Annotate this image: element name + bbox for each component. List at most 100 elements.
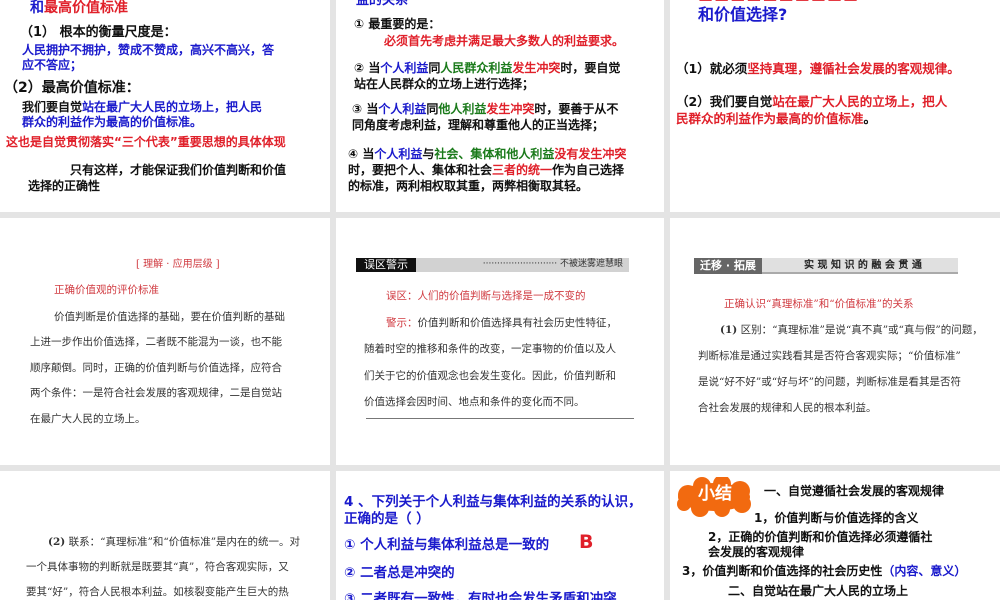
summary-item: 3，价值判断和价值选择的社会历史性（内容、意义） xyxy=(682,564,967,579)
text-line: 会发展的客观规律 xyxy=(708,545,805,559)
option-3: ③ 二者既有一致性，有时也会发生矛盾和冲突 xyxy=(344,591,617,600)
text-line: 随着时空的推移和条件的改变，一定事物的价值以及人 xyxy=(364,343,616,355)
point-1: （1） 根本的衡量尺度是： xyxy=(20,25,177,40)
divider xyxy=(366,418,634,419)
slide-thumbnail-8[interactable]: 4 、下列关于个人利益与集体利益的关系的认识， 正确的是（ ） ① 个人利益与集… xyxy=(336,471,664,600)
text-line: 上进一步作出价值选择，二者既不能混为一谈，也不能 xyxy=(30,336,282,348)
slide-thumbnail-9[interactable]: 小结 一、自觉遵循社会发展的客观规律 1，价值判断与价值选择的含义 2，正确的价… xyxy=(670,471,1000,600)
text-span: 区别：“真理标准”是说“真不真”或“真与假”的问题， xyxy=(737,324,983,336)
text-line: 两个条件：一是符合社会发展的客观规律，二是自觉站 xyxy=(30,387,282,399)
text-line: 同角度考虑利益，理解和尊重他人的正当选择； xyxy=(352,118,605,132)
text-span: 个人利益 xyxy=(374,147,423,161)
summary-heading: 二、自觉站在最广大人民的立场上 xyxy=(728,584,909,598)
summary-item: 2，正确的价值判断和价值选择必须遵循社 xyxy=(708,530,933,544)
point-2: （2）我们要自觉站在最广大人民的立场上，把人 xyxy=(676,94,947,109)
text-span: 坚持真理，遵循社会发展的客观规律。 xyxy=(747,61,960,76)
text-span: 个人利益 xyxy=(380,61,429,75)
text-line: 的标准，两利相权取其重，两弊相衡取其轻。 xyxy=(348,179,589,193)
answer-mark: B xyxy=(579,531,594,553)
slide-thumbnail-1[interactable]: 和最高价值标准 （1） 根本的衡量尺度是： 人民拥护不拥护，赞成不赞成，高兴不高… xyxy=(0,0,330,212)
text-span: ③ 当 xyxy=(352,102,379,116)
slide-thumbnail-6[interactable]: 迁移 · 拓展 实 现 知 识 的 融 会 贯 通 正确认识“真理标准”和“价值… xyxy=(670,218,1000,465)
text-line: 价值判断是价值选择的基础，要在价值判断的基础 xyxy=(54,311,285,323)
item-2: ② 当个人利益同人民群众利益发生冲突时，要自觉 xyxy=(354,61,621,76)
text-span: (2) xyxy=(48,536,66,548)
text-line: 判断标准是通过实践看其是否符合客观实际；“价值标准” xyxy=(698,350,961,362)
text-span: 时，要把个人、集体和社会 xyxy=(348,163,493,177)
text-line: 应不答应； xyxy=(22,58,83,72)
text-line: 必须首先考虑并满足最大多数人的利益要求。 xyxy=(384,34,625,48)
text-span: （内容、意义） xyxy=(882,564,967,578)
text-span: 时，要自觉 xyxy=(560,61,621,75)
text-line: 站在人民群众的立场上进行选择； xyxy=(354,77,535,91)
text-span: ② 当 xyxy=(354,61,381,75)
text-span: 与 xyxy=(422,147,435,161)
section-bar: 迁移 · 拓展 实 现 知 识 的 融 会 贯 通 xyxy=(694,258,958,274)
text-span: （1）就必须 xyxy=(676,61,748,76)
text-line: (2) 联系：“真理标准”和“价值标准”是内在的统一。对 xyxy=(48,536,300,548)
text-span: 作为自己选择 xyxy=(552,163,625,177)
text-line: 误区：人们的价值判断与选择是一成不变的 xyxy=(386,290,586,302)
point-1: （1）就必须坚持真理，遵循社会发展的客观规律。 xyxy=(676,61,960,76)
section-subtitle: 正确认识“真理标准”和“价值标准”的关系 xyxy=(724,298,914,310)
question-text: 正确的是（ ） xyxy=(344,511,430,527)
text-span: 误区： xyxy=(386,290,418,302)
text-line: 警示：价值判断和价值选择具有社会历史性特征， xyxy=(386,317,617,329)
text-line: 合社会发展的规律和人民的根本利益。 xyxy=(698,402,877,414)
text-span: 3，价值判断和价值选择的社会历史性 xyxy=(682,564,883,578)
item-1: ① 最重要的是： xyxy=(354,17,441,31)
slide-title: 和价值选择? xyxy=(698,5,788,24)
text-line: 我们要自觉站在最广大人民的立场上，把人民 xyxy=(22,100,262,115)
text-line: 是说“好不好”或“好与坏”的问题，判断标准是看其是否符 xyxy=(698,376,961,388)
text-span: 民群众的利益作为最高的价值标准 xyxy=(676,111,864,126)
text-span: （2）我们要自觉 xyxy=(676,94,773,109)
summary-heading: 一、自觉遵循社会发展的客观规律 xyxy=(764,484,945,498)
text-span: (1) xyxy=(720,324,738,336)
text-span: 我们要自觉 xyxy=(22,100,83,114)
section-label: 迁移 · 拓展 xyxy=(694,258,762,274)
question-text: 4 、下列关于个人利益与集体利益的关系的认识， xyxy=(344,494,642,510)
text-line: (1) 区别：“真理标准”是说“真不真”或“真与假”的问题， xyxy=(720,324,983,336)
text-span: 他人利益 xyxy=(438,102,487,116)
slide-thumbnail-3[interactable]: ▬▬▬▬▬▬▬▬▬▬ 和价值选择? （1）就必须坚持真理，遵循社会发展的客观规律… xyxy=(670,0,1000,212)
text-line: 在最广大人民的立场上。 xyxy=(30,413,146,425)
text-span: 警示： xyxy=(386,317,418,329)
section-motto: ·························· 不被迷雾遮慧眼 xyxy=(482,259,623,269)
text-span: 社会、集体和他人利益 xyxy=(434,147,555,161)
text-span: 时，要善于从不 xyxy=(534,102,619,116)
text-span: 没有发生冲突 xyxy=(554,147,627,161)
text-line: 选择的正确性 xyxy=(28,179,101,193)
option-2: ② 二者总是冲突的 xyxy=(344,565,455,581)
text-span: 个人利益 xyxy=(378,102,427,116)
level-header: [ 理解 · 应用层级 ] xyxy=(136,259,220,270)
text-span: 人民群众利益 xyxy=(440,61,513,75)
slide-title: 和最高价值标准 xyxy=(30,0,128,16)
section-label: 误区警示 xyxy=(356,258,416,272)
option-1: ① 个人利益与集体利益总是一致的 xyxy=(344,537,550,553)
slide-title: 益的关系 xyxy=(356,0,409,8)
slide-thumbnail-2[interactable]: 益的关系 ① 最重要的是： 必须首先考虑并满足最大多数人的利益要求。 ② 当个人… xyxy=(336,0,664,212)
text-line: 人民拥护不拥护，赞成不赞成，高兴不高兴，答 xyxy=(22,43,275,57)
slide-thumbnail-4[interactable]: [ 理解 · 应用层级 ] 正确价值观的评价标准 价值判断是价值选择的基础，要在… xyxy=(0,218,330,465)
section-subtitle: 正确价值观的评价标准 xyxy=(54,284,159,296)
section-motto: 实 现 知 识 的 融 会 贯 通 xyxy=(804,260,922,271)
highlight-line: 这也是自觉贯彻落实“三个代表”重要思想的具体体现 xyxy=(6,135,286,149)
text-span: 价值判断和价值选择具有社会历史性特征， xyxy=(417,317,618,329)
text-line: 要其“好”，符合人民根本利益。如核裂变能产生巨大的热 xyxy=(26,586,289,598)
text-line: 时，要把个人、集体和社会三者的统一作为自己选择 xyxy=(348,163,625,178)
summary-item: 1，价值判断与价值选择的含义 xyxy=(754,511,919,525)
section-bar: 误区警示 ·························· 不被迷雾遮慧眼 xyxy=(356,258,629,272)
text-span: 三者的统一 xyxy=(492,163,553,177)
text-span: 联系：“真理标准”和“价值标准”是内在的统一。对 xyxy=(65,536,301,548)
text-line: 顺序颠倒。同时，正确的价值判断与价值选择，应符合 xyxy=(30,362,282,374)
slide-thumbnail-5[interactable]: 误区警示 ·························· 不被迷雾遮慧眼 … xyxy=(336,218,664,465)
text-span: 。 xyxy=(863,111,877,126)
text-line: 群众的利益作为最高的价值标准。 xyxy=(22,115,203,129)
item-3: ③ 当个人利益同他人利益发生冲突时，要善于从不 xyxy=(352,102,619,117)
title-part: 和 xyxy=(30,0,44,16)
slide-thumbnail-7[interactable]: (2) 联系：“真理标准”和“价值标准”是内在的统一。对 一个具体事物的判断就是… xyxy=(0,471,330,600)
text-span: ④ 当 xyxy=(348,147,375,161)
text-span: 同 xyxy=(428,61,441,75)
point-2: （2）最高价值标准： xyxy=(4,80,140,96)
text-span: 同 xyxy=(426,102,439,116)
